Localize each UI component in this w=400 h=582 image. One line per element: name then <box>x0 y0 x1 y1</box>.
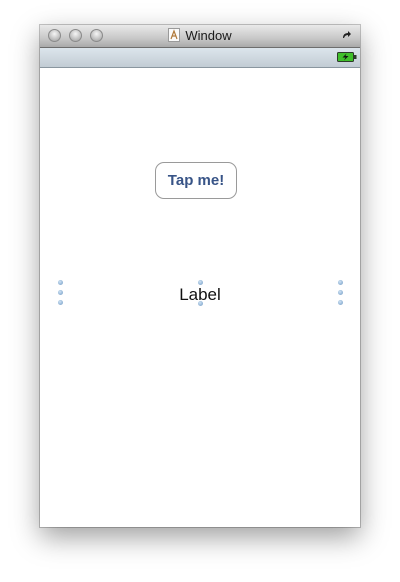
title-bar[interactable]: Window <box>40 25 360 48</box>
label-resize-handle-left-top[interactable] <box>58 280 63 285</box>
label-resize-handle-top-center[interactable] <box>198 280 203 285</box>
document-icon <box>168 28 181 42</box>
label-resize-handle-right-top[interactable] <box>338 280 343 285</box>
toolbar-toggle-icon[interactable] <box>341 29 353 41</box>
simulator-window: Window Tap me! Label <box>40 25 360 527</box>
label-resize-handle-right-middle[interactable] <box>338 290 343 295</box>
window-title: Window <box>185 28 232 43</box>
label-resize-handle-right-bottom[interactable] <box>338 300 343 305</box>
window-title-area: Window <box>40 28 360 44</box>
label-resize-handle-left-bottom[interactable] <box>58 300 63 305</box>
tap-me-button[interactable]: Tap me! <box>155 162 237 199</box>
status-bar <box>40 48 360 68</box>
battery-charging-icon <box>337 52 357 62</box>
app-content-view: Tap me! Label <box>40 68 360 527</box>
label-resize-handle-bottom-center[interactable] <box>198 301 203 306</box>
label-resize-handle-left-middle[interactable] <box>58 290 63 295</box>
